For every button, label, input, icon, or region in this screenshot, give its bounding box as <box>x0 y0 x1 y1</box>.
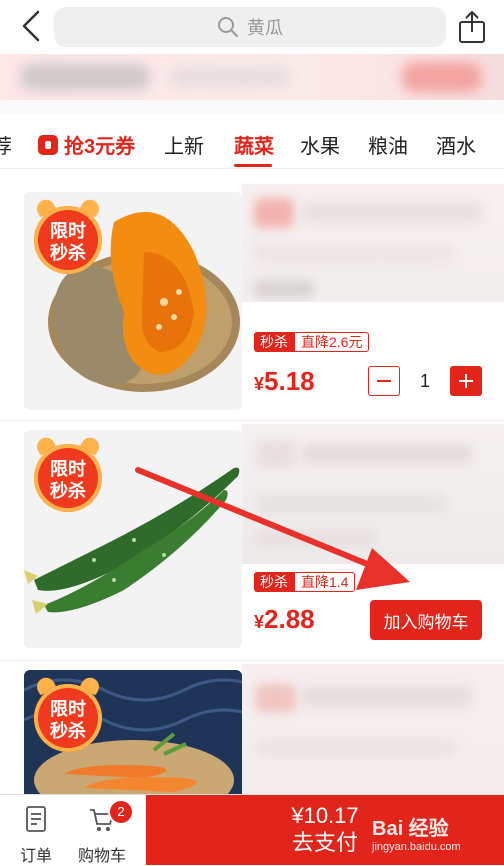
tab-drinks[interactable]: 酒水 <box>436 130 476 159</box>
flash-sale-badge: 限时 秒杀 <box>30 674 106 754</box>
discount-tag: 直降1.4 <box>294 572 356 592</box>
orders-label: 订单 <box>19 848 52 865</box>
divider <box>0 100 504 114</box>
product-title-blurred <box>242 664 504 794</box>
cart-label: 购物车 <box>77 848 126 865</box>
top-bar: 黄瓜 <box>0 0 504 54</box>
cart-tab[interactable]: 2 购物车 <box>72 799 134 866</box>
discount-tag: 直降2.6元 <box>294 332 370 352</box>
flash-sale-tag: 秒杀 <box>254 332 294 352</box>
search-field[interactable]: 黄瓜 <box>54 7 446 47</box>
pay-amount: ¥10.17 <box>291 803 359 828</box>
decrease-quantity-button[interactable] <box>368 366 400 396</box>
product-price: ¥2.88 <box>254 604 315 634</box>
search-icon <box>218 17 238 37</box>
divider <box>0 420 504 421</box>
tab-active-indicator <box>234 164 272 167</box>
tab-new[interactable]: 上新 <box>164 130 204 159</box>
product-price: ¥5.18 <box>254 366 315 396</box>
tab-vegetables[interactable]: 蔬菜 <box>234 130 274 159</box>
pay-label: 去支付 <box>291 830 358 855</box>
category-tabs: 荐 抢3元券 上新 蔬菜 水果 粮油 酒水 <box>0 118 504 169</box>
product-image-cucumber[interactable]: 限时 秒杀 <box>24 430 242 648</box>
flash-sale-tag: 秒杀 <box>254 572 294 592</box>
divider <box>0 660 504 661</box>
product-title-blurred <box>242 184 504 302</box>
tab-recommend[interactable]: 荐 <box>0 130 12 159</box>
share-icon[interactable] <box>456 10 488 44</box>
tab-fruits[interactable]: 水果 <box>300 130 340 159</box>
product-title-blurred <box>242 424 504 564</box>
quantity-value: 1 <box>419 370 430 391</box>
flash-sale-badge: 限时 秒杀 <box>30 196 106 276</box>
promo-tags: 秒杀 直降1.4 <box>254 572 356 592</box>
product-image-pumpkin[interactable]: 限时 秒杀 <box>24 192 242 410</box>
tab-grain-oil[interactable]: 粮油 <box>368 130 408 159</box>
orders-tab[interactable]: 订单 <box>6 801 66 866</box>
promo-tags: 秒杀 直降2.6元 <box>254 332 370 352</box>
promo-banner[interactable] <box>0 54 504 100</box>
baidu-jingyan-watermark: Bai 经验 jingyan.baidu.com <box>372 818 461 853</box>
back-arrow-icon[interactable] <box>14 8 50 44</box>
quantity-stepper: 1 <box>368 366 482 396</box>
tab-coupon[interactable]: 抢3元券 <box>38 130 135 159</box>
tab-coupon-label: 抢3元券 <box>64 136 136 158</box>
cart-count-badge: 2 <box>108 799 134 825</box>
product-image-carrot[interactable]: 限时 秒杀 <box>24 670 242 794</box>
coupon-lock-icon <box>38 134 58 155</box>
order-icon <box>26 806 46 832</box>
flash-sale-badge: 限时 秒杀 <box>30 434 106 514</box>
search-placeholder: 黄瓜 <box>247 18 283 38</box>
add-to-cart-button[interactable]: 加入购物车 <box>370 600 482 640</box>
increase-quantity-button[interactable] <box>450 366 482 396</box>
